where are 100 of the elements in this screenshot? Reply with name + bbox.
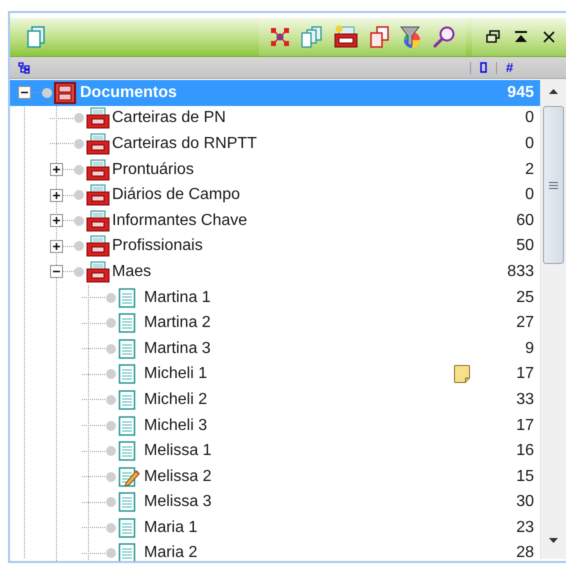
tree-row[interactable]: Profissionais 50 bbox=[10, 234, 540, 260]
node-label: Prontuários bbox=[112, 160, 195, 179]
node-label: Micheli 2 bbox=[144, 390, 208, 409]
tree-row[interactable]: Carteiras de PN 0 bbox=[10, 106, 540, 132]
node-circle-icon bbox=[74, 266, 84, 277]
node-circle-icon bbox=[106, 548, 116, 558]
document-icon bbox=[118, 363, 136, 386]
memo-note-icon[interactable] bbox=[453, 364, 471, 384]
node-circle-icon bbox=[106, 369, 116, 380]
pages-icon[interactable] bbox=[26, 26, 46, 48]
file-cabinet-icon bbox=[86, 260, 110, 283]
tree-row[interactable]: Micheli 3 17 bbox=[10, 412, 540, 438]
scatter-icon[interactable] bbox=[269, 26, 291, 48]
count-cell-text: 60 bbox=[515, 212, 535, 230]
file-cabinet-icon bbox=[86, 158, 110, 181]
count-cell-text: 27 bbox=[515, 314, 535, 332]
expand-icon[interactable] bbox=[50, 163, 63, 176]
expand-icon[interactable] bbox=[50, 240, 63, 253]
node-label: Melissa 1 bbox=[144, 442, 213, 460]
node-circle-icon bbox=[74, 113, 84, 124]
count-cell-text: 28 bbox=[515, 544, 535, 561]
document-icon bbox=[118, 312, 136, 334]
document-pencil-icon bbox=[118, 466, 140, 488]
document-icon bbox=[118, 286, 136, 309]
node-label: Martina 1 bbox=[144, 288, 212, 307]
node-circle-icon bbox=[42, 88, 52, 98]
collapse-icon[interactable] bbox=[18, 86, 31, 100]
count-heading[interactable]: # bbox=[506, 60, 566, 75]
file-cabinet-icon bbox=[86, 235, 110, 258]
search-icon[interactable] bbox=[432, 25, 456, 49]
tree-row[interactable]: Carteiras do RNPTT 0 bbox=[10, 131, 540, 157]
node-label: Maria 2 bbox=[144, 544, 198, 561]
count-cell-text: 0 bbox=[524, 186, 535, 204]
node-circle-icon bbox=[74, 241, 84, 252]
node-circle-icon bbox=[74, 190, 84, 200]
node-circle-icon bbox=[106, 522, 116, 533]
copy-pages-icon[interactable] bbox=[368, 26, 390, 48]
file-cabinet-icon bbox=[86, 132, 110, 155]
count-cell-text: 17 bbox=[515, 416, 535, 435]
cabinet-star-icon[interactable] bbox=[333, 25, 359, 49]
count-cell-text: 0 bbox=[524, 134, 535, 153]
node-circle-icon bbox=[106, 394, 116, 405]
count-cell-text: 945 bbox=[506, 84, 535, 102]
node-circle-icon bbox=[106, 446, 116, 456]
document-icon bbox=[118, 491, 136, 514]
collapse-icon[interactable] bbox=[50, 265, 63, 278]
count-cell-text: 9 bbox=[524, 340, 535, 358]
count-cell-text: 30 bbox=[515, 493, 535, 512]
expand-icon[interactable] bbox=[50, 214, 63, 228]
expand-icon[interactable] bbox=[50, 188, 63, 202]
tree-row[interactable]: Melissa 3 30 bbox=[10, 490, 540, 516]
node-circle-icon bbox=[106, 472, 116, 482]
file-cabinet-icon bbox=[86, 210, 110, 232]
tree-structure-icon[interactable] bbox=[18, 62, 30, 74]
document-icon bbox=[118, 440, 136, 462]
node-label: Melissa 3 bbox=[144, 493, 213, 512]
node-circle-icon bbox=[106, 344, 116, 354]
file-cabinet-icon bbox=[86, 107, 110, 130]
node-circle-icon bbox=[106, 497, 116, 508]
close-icon[interactable] bbox=[542, 30, 556, 44]
node-label: Maria 1 bbox=[144, 518, 198, 537]
node-label: Carteiras do RNPTT bbox=[112, 134, 258, 153]
tree-row[interactable]: Martina 3 9 bbox=[10, 336, 540, 362]
count-cell-text: 17 bbox=[515, 365, 535, 384]
document-icon bbox=[118, 388, 136, 411]
tree-row[interactable]: Micheli 2 33 bbox=[10, 387, 540, 413]
count-cell-text: 50 bbox=[515, 237, 535, 256]
count-cell-text: 2 bbox=[524, 160, 535, 179]
tree-row[interactable]: Maria 2 28 bbox=[10, 540, 540, 561]
node-label: Martina 2 bbox=[144, 314, 212, 332]
tree-row[interactable]: Informantes Chave 60 bbox=[10, 208, 540, 234]
tree-row[interactable]: Micheli 1 17 bbox=[10, 362, 540, 388]
file-cabinet-icon bbox=[86, 184, 110, 206]
node-label: Profissionais bbox=[112, 237, 204, 256]
tree-row[interactable]: Maria 1 23 bbox=[10, 515, 540, 541]
document-icon bbox=[118, 414, 136, 437]
stacked-pages-icon[interactable] bbox=[300, 26, 324, 48]
tree-row[interactable]: Maes 833 bbox=[10, 259, 540, 285]
tree-row[interactable]: Prontuários 2 bbox=[10, 156, 540, 182]
tree-row[interactable]: Martina 2 27 bbox=[10, 310, 540, 336]
scrollbar-thumb[interactable] bbox=[543, 106, 564, 264]
tree-row[interactable]: Martina 1 25 bbox=[10, 284, 540, 310]
document-icon bbox=[118, 338, 136, 360]
count-cell-text: 0 bbox=[524, 109, 535, 128]
move-to-top-icon[interactable] bbox=[514, 31, 528, 43]
node-label: Micheli 3 bbox=[144, 416, 208, 435]
node-circle-icon bbox=[106, 420, 116, 431]
tree-row[interactable]: Melissa 1 16 bbox=[10, 438, 540, 464]
tree-row[interactable]: Diários de Campo 0 bbox=[10, 182, 540, 208]
memo-column-icon[interactable] bbox=[480, 62, 487, 73]
count-cell-text: 16 bbox=[515, 442, 535, 460]
node-label: Carteiras de PN bbox=[112, 109, 227, 128]
node-circle-icon bbox=[74, 138, 84, 149]
color-filter-icon[interactable] bbox=[399, 25, 423, 49]
node-label: Documentos bbox=[80, 84, 178, 102]
node-label: Melissa 2 bbox=[144, 468, 213, 486]
restore-icon[interactable] bbox=[486, 30, 500, 44]
tree-row[interactable]: Melissa 2 15 bbox=[10, 464, 540, 490]
node-circle-icon bbox=[106, 318, 116, 328]
node-circle-icon bbox=[74, 164, 84, 175]
